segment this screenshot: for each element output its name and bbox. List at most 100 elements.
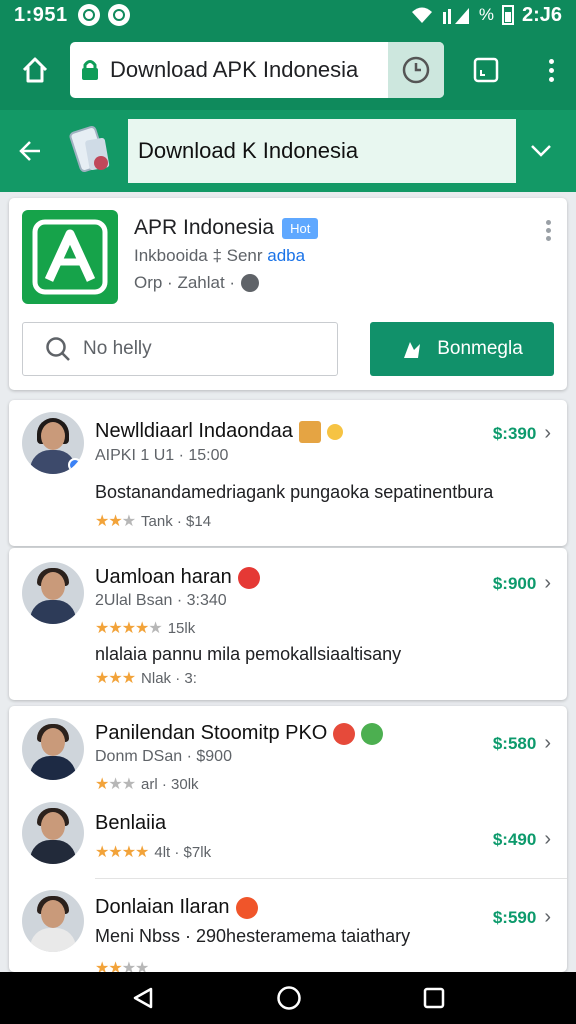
review-sub: Meni Nbss · 290hesteramema taiathary <box>95 926 411 946</box>
battery-icon <box>501 5 514 25</box>
notification-icon <box>77 4 100 26</box>
rating-row: ★★★ arl · 30lk <box>95 775 199 794</box>
reviewer-name[interactable]: Donlaian Ilaran <box>95 896 258 919</box>
home-button[interactable] <box>0 30 70 110</box>
nav-home-button[interactable] <box>276 985 302 1011</box>
dot-icon <box>548 76 554 82</box>
avatar <box>22 802 84 864</box>
house-emoji-icon <box>298 420 321 443</box>
history-button[interactable] <box>388 42 444 98</box>
overflow-menu-button[interactable] <box>526 30 576 110</box>
chevron-right-icon: › <box>544 422 551 444</box>
dropdown-button[interactable] <box>516 110 566 192</box>
rating-row: ★★★★★ 15lk <box>95 619 196 638</box>
star-rating: ★★★ <box>95 776 136 793</box>
sick-emoji-icon <box>361 722 384 745</box>
circle-home-icon <box>277 986 301 1010</box>
tabs-icon <box>473 57 499 83</box>
status-clock: 2:J6 <box>521 3 562 26</box>
sparkle-emoji-icon <box>326 423 343 440</box>
review-price[interactable]: $:390 › <box>493 422 551 445</box>
install-label: Bonmegla <box>437 338 523 359</box>
chevron-right-icon: › <box>544 572 551 594</box>
reviewer-name[interactable]: Panilendan Stoomitp PKO <box>95 722 384 745</box>
star-rating: ★★★ <box>95 670 136 687</box>
tabs-button[interactable] <box>446 30 526 110</box>
install-button[interactable]: Bonmegla <box>370 322 554 376</box>
avatar <box>22 718 84 780</box>
clock-icon <box>402 56 430 84</box>
dot-icon <box>548 58 554 64</box>
app-title: APR Indonesia Hot <box>134 216 319 240</box>
review-card[interactable]: Newlldiaarl Indaondaa AIPKI 1 U1 · 15:00… <box>9 400 567 546</box>
review-text: nlalaia pannu mila pemokallsiaaltisany <box>95 644 402 664</box>
status-bar: 1:951 % 2:J6 <box>0 0 576 30</box>
chevron-down-icon <box>531 145 551 157</box>
review-sub: AIPKI 1 U1 · 15:00 <box>95 447 229 464</box>
reviewer-name: Uamloan haran <box>95 566 260 589</box>
globe-icon <box>241 274 260 292</box>
notification-icon-2 <box>107 4 130 26</box>
lock-icon <box>70 59 110 81</box>
nav-back-button[interactable] <box>131 986 155 1010</box>
app-card: APR Indonesia Hot Inkbooida ‡ Senr adba … <box>9 198 567 390</box>
dot-icon <box>548 67 554 73</box>
divider <box>95 878 567 879</box>
star-rating: ★★★★ <box>95 844 149 861</box>
reviewer-name: Newlldiaarl Indaondaa <box>95 420 343 443</box>
system-nav-bar <box>0 972 576 1024</box>
chevron-right-icon: › <box>544 828 551 850</box>
review-sub: Donm DSan · $900 <box>95 748 232 765</box>
home-icon <box>22 57 48 83</box>
review-price[interactable]: $:490 › <box>493 828 551 851</box>
wifi-icon <box>411 7 432 23</box>
review-sub: 2Ulal Bsan · 3:340 <box>95 592 227 609</box>
store-app-icon[interactable] <box>60 116 128 186</box>
review-card[interactable]: Uamloan haran 2Ulal Bsan · 3:340 ★★★★★ 1… <box>9 548 567 700</box>
app-developer[interactable]: Inkbooida ‡ Senr adba <box>134 246 305 266</box>
app-meta: Orp · Zahlat · <box>134 273 260 293</box>
angry-emoji-icon <box>235 896 258 919</box>
angry-emoji-icon <box>333 722 356 745</box>
reviewer-name[interactable]: Benlaiia <box>95 812 166 835</box>
app-logo[interactable] <box>22 210 118 304</box>
verified-icon <box>68 458 82 472</box>
rating-row: ★★★ Tank · $14 <box>95 512 212 531</box>
search-icon <box>46 337 70 361</box>
signal-icon <box>442 8 469 24</box>
download-icon <box>404 342 421 358</box>
rating-row: ★★★★ 4lt · $7lk <box>95 843 212 862</box>
avatar <box>22 890 84 952</box>
store-search-bar: Download K Indonesia <box>0 110 576 192</box>
hot-badge: Hot <box>282 217 319 239</box>
store-search-field[interactable]: Download K Indonesia <box>128 119 516 183</box>
back-button[interactable] <box>0 110 60 192</box>
review-text: Bostanandamedriagank pungaoka sepatinent… <box>95 482 494 502</box>
rating-row: ★★★ Nlak · 3: <box>95 669 197 688</box>
status-time: 1:951 <box>14 3 68 26</box>
url-text: Download APK Indonesia <box>110 57 359 82</box>
review-price[interactable]: $:900 › <box>493 572 551 595</box>
star-rating: ★★★ <box>95 513 136 530</box>
heart-face-emoji-icon <box>237 566 260 589</box>
signal-text: % <box>478 5 494 24</box>
nav-recents-button[interactable] <box>423 987 445 1009</box>
address-bar[interactable]: Download APK Indonesia <box>70 42 444 98</box>
triangle-back-icon <box>133 987 152 1009</box>
review-price[interactable]: $:590 › <box>493 906 551 929</box>
arrow-left-icon <box>19 141 40 161</box>
review-price[interactable]: $:580 › <box>493 732 551 755</box>
developer-accent: adba <box>267 246 306 265</box>
chevron-right-icon: › <box>544 732 551 754</box>
review-list-card: Panilendan Stoomitp PKO Donm DSan · $900… <box>9 706 567 977</box>
avatar <box>22 562 84 624</box>
browser-toolbar: Download APK Indonesia <box>0 30 576 110</box>
app-search-input[interactable]: No helly <box>22 322 338 376</box>
avatar <box>22 412 84 474</box>
chevron-right-icon: › <box>544 906 551 928</box>
app-name: APR Indonesia <box>134 216 275 239</box>
star-rating: ★★★★★ <box>95 620 163 637</box>
square-recents-icon <box>424 987 445 1009</box>
app-more-button[interactable] <box>546 220 551 241</box>
search-placeholder: No helly <box>83 338 152 359</box>
